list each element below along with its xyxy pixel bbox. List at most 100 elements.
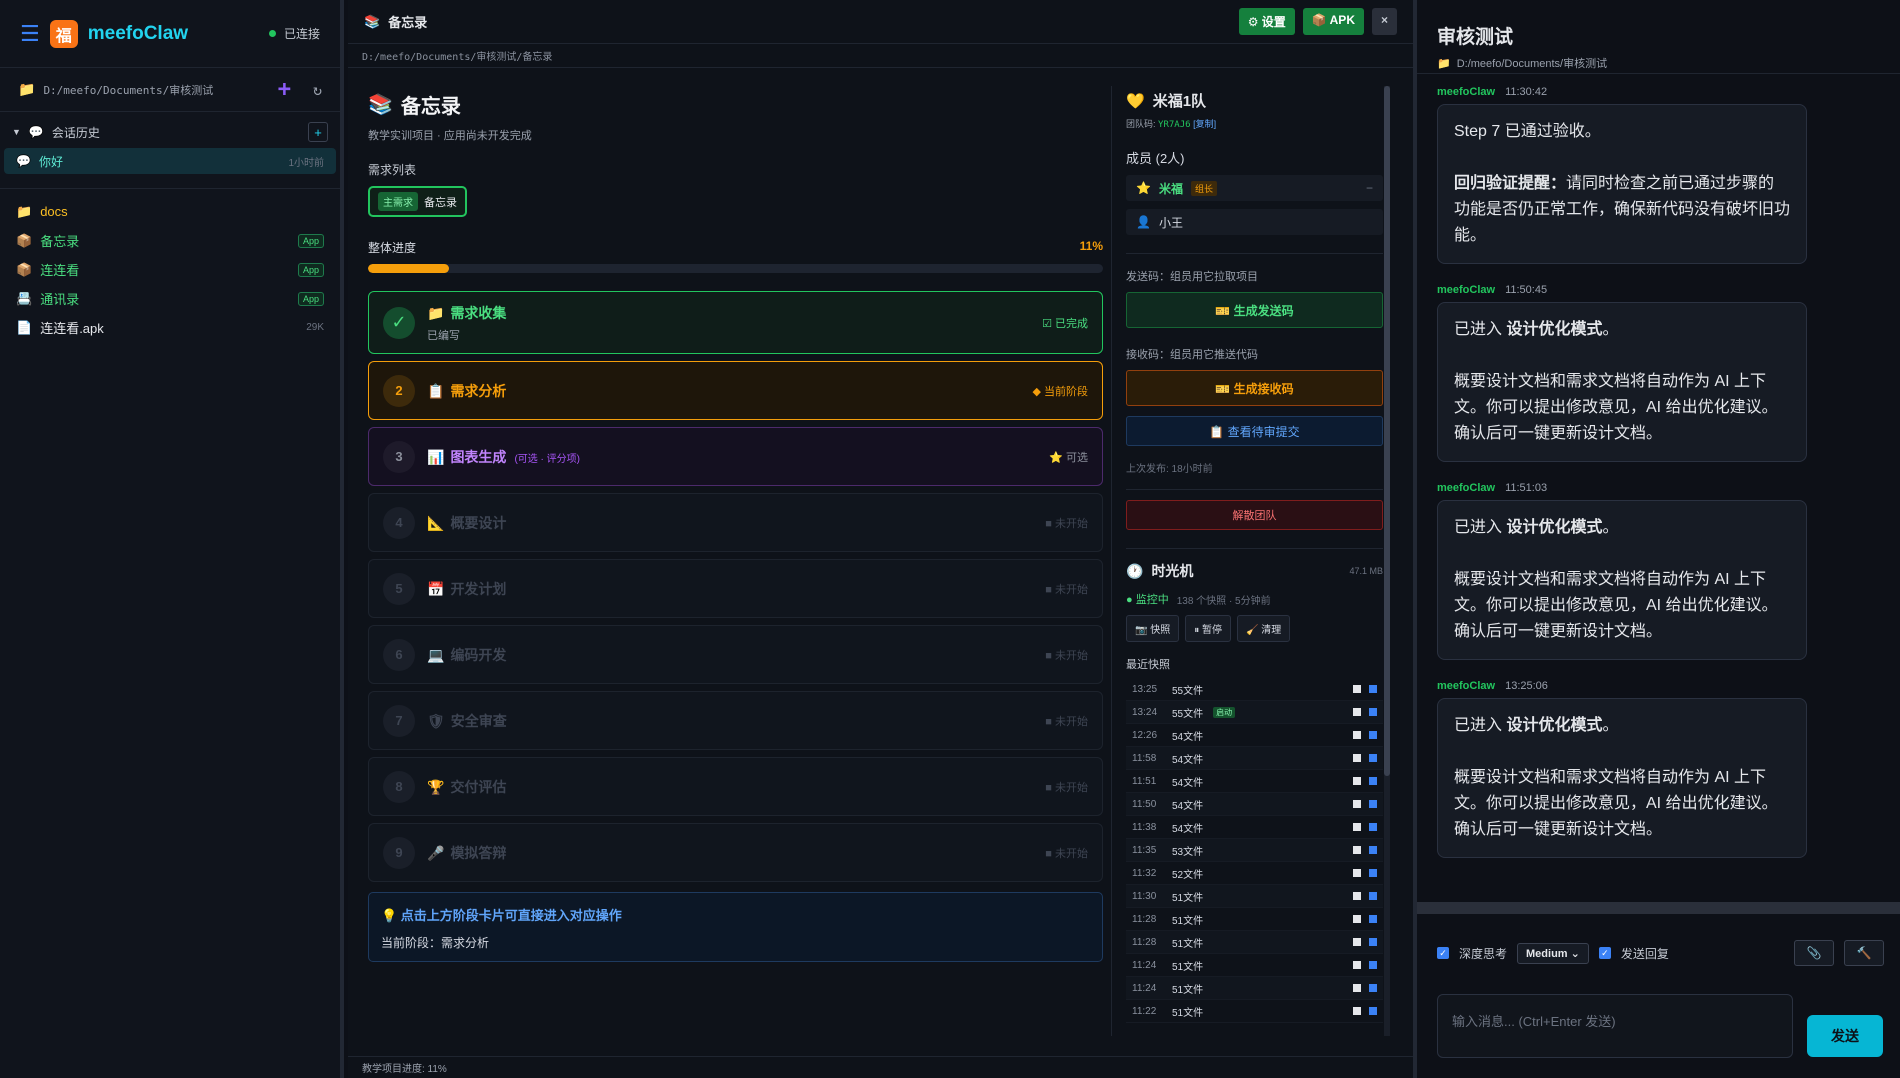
settings-button[interactable]: ⚙ 设置 (1238, 8, 1295, 35)
heart-icon: 💛 (1126, 92, 1145, 110)
restore-icon[interactable] (1369, 823, 1377, 831)
restore-icon[interactable] (1369, 869, 1377, 877)
restore-icon[interactable] (1369, 754, 1377, 762)
snapshot-row[interactable]: 12:26 54文件 (1126, 724, 1383, 747)
team-name: 米福1队 (1152, 93, 1207, 110)
message-input[interactable]: 输入消息... (Ctrl+Enter 发送) (1437, 994, 1793, 1058)
file-item-lianliankan[interactable]: 📦 连连看 App (0, 255, 340, 284)
star-icon: ⭐ (1136, 181, 1151, 195)
view-icon[interactable] (1353, 984, 1361, 992)
stage-status: ■ 未开始 (1045, 583, 1088, 596)
hint-box: 💡 点击上方阶段卡片可直接进入对应操作 当前阶段：需求分析 (368, 892, 1103, 962)
restore-icon[interactable] (1369, 938, 1377, 946)
view-icon[interactable] (1353, 754, 1361, 762)
clean-button[interactable]: 🧹 清理 (1237, 615, 1291, 642)
view-icon[interactable] (1353, 685, 1361, 693)
snapshot-row[interactable]: 13:24 55文件 启动 (1126, 701, 1383, 724)
restore-icon[interactable] (1369, 731, 1377, 739)
restore-icon[interactable] (1369, 961, 1377, 969)
copy-team-code-link[interactable]: [复制] (1193, 119, 1216, 129)
view-icon[interactable] (1353, 1007, 1361, 1015)
restore-icon[interactable] (1369, 984, 1377, 992)
collapse-arrow-icon[interactable]: ▼ (12, 127, 21, 137)
snapshot-row[interactable]: 11:24 51文件 (1126, 977, 1383, 1000)
view-icon[interactable] (1353, 708, 1361, 716)
view-icon[interactable] (1353, 869, 1361, 877)
restore-icon[interactable] (1369, 685, 1377, 693)
snapshot-row[interactable]: 11:32 52文件 (1126, 862, 1383, 885)
scrollbar[interactable] (1384, 86, 1390, 1036)
stage-card[interactable]: 9 🎤 模拟答辩 ■ 未开始 (368, 823, 1103, 882)
pause-button[interactable]: ⏸ 暂停 (1185, 615, 1232, 642)
file-item-contacts[interactable]: 📇 通讯录 App (0, 284, 340, 313)
snapshot-row[interactable]: 11:30 51文件 (1126, 885, 1383, 908)
snapshot-row[interactable]: 11:24 51文件 (1126, 954, 1383, 977)
view-icon[interactable] (1353, 800, 1361, 808)
send-button[interactable]: 发送 (1807, 1015, 1883, 1057)
view-icon[interactable] (1353, 961, 1361, 969)
stage-card[interactable]: 8 🏆 交付评估 ■ 未开始 (368, 757, 1103, 816)
requirement-chip[interactable]: 主需求 备忘录 (368, 186, 467, 217)
snapshot-row[interactable]: 11:28 51文件 (1126, 931, 1383, 954)
stage-card[interactable]: 4 📐 概要设计 ■ 未开始 (368, 493, 1103, 552)
attach-icon[interactable]: 📎 (1794, 940, 1834, 966)
snapshot-row[interactable]: 11:38 54文件 (1126, 816, 1383, 839)
snapshot-row[interactable]: 13:25 55文件 (1126, 678, 1383, 701)
snapshot-row[interactable]: 11:35 53文件 (1126, 839, 1383, 862)
send-reply-checkbox[interactable]: ✓ (1598, 947, 1611, 959)
stage-card[interactable]: 3 📊 图表生成 (可选 · 评分项) ⭐ 可选 (368, 427, 1103, 486)
tool-icon[interactable]: 🔨 (1844, 940, 1884, 966)
message-author: meefoClaw (1437, 482, 1496, 494)
apk-button[interactable]: 📦 APK (1302, 8, 1364, 35)
view-pending-submissions-button[interactable]: 📋 查看待审提交 (1126, 416, 1383, 446)
restore-icon[interactable] (1369, 846, 1377, 854)
view-icon[interactable] (1353, 892, 1361, 900)
stage-card[interactable]: 5 📅 开发计划 ■ 未开始 (368, 559, 1103, 618)
snapshot-row[interactable]: 11:22 51文件 (1126, 1000, 1383, 1023)
file-item-docs[interactable]: 📁 docs (0, 197, 340, 226)
file-item-apk[interactable]: 📄 连连看.apk 29K (0, 313, 340, 342)
generate-send-code-button[interactable]: 🎫 生成发送码 (1126, 292, 1383, 328)
view-icon[interactable] (1353, 915, 1361, 923)
view-icon[interactable] (1353, 846, 1361, 854)
deep-think-checkbox[interactable]: ✓ (1437, 947, 1449, 959)
restore-icon[interactable] (1369, 892, 1377, 900)
snapshot-row[interactable]: 11:51 54文件 (1126, 770, 1383, 793)
collapse-icon[interactable]: − (1366, 181, 1373, 195)
stage-card[interactable]: 6 💻 编码开发 ■ 未开始 (368, 625, 1103, 684)
view-icon[interactable] (1353, 823, 1361, 831)
restore-icon[interactable] (1369, 708, 1377, 716)
restore-icon[interactable] (1369, 915, 1377, 923)
file-item-memo[interactable]: 📦 备忘录 App (0, 226, 340, 255)
menu-icon[interactable]: ☰ (20, 21, 40, 47)
generate-recv-code-button[interactable]: 🎫 生成接收码 (1126, 370, 1383, 406)
restore-icon[interactable] (1369, 800, 1377, 808)
refresh-icon[interactable]: ↻ (313, 81, 322, 99)
view-icon[interactable] (1353, 731, 1361, 739)
scrollbar-thumb[interactable] (1384, 86, 1390, 776)
stage-card[interactable]: 7 🛡 安全审查 ■ 未开始 (368, 691, 1103, 750)
session-item[interactable]: 💬 你好 1小时前 (4, 148, 336, 174)
view-icon[interactable] (1353, 938, 1361, 946)
chat-header: 审核测试 📁 D:/meefo/Documents/审核测试 (1417, 0, 1900, 74)
close-button[interactable]: × (1371, 8, 1397, 35)
snapshot-row[interactable]: 11:28 51文件 (1126, 908, 1383, 931)
stage-card[interactable]: ✓ 📁 需求收集 已编写 ☑ 已完成 (368, 291, 1103, 354)
stage-card[interactable]: 2 📋 需求分析 ◆ 当前阶段 (368, 361, 1103, 420)
view-icon[interactable] (1353, 777, 1361, 785)
add-file-button[interactable]: + (278, 77, 291, 102)
restore-icon[interactable] (1369, 777, 1377, 785)
new-session-button[interactable]: + (308, 122, 328, 142)
restore-icon[interactable] (1369, 1007, 1377, 1015)
message-text: 已进入 设计优化模式。 (1454, 713, 1790, 739)
horizontal-scrollbar[interactable] (1417, 902, 1900, 914)
app-name: meefoClaw (87, 22, 189, 44)
stage-icon: 📋 (427, 382, 445, 399)
snapshot-row[interactable]: 11:58 54文件 (1126, 747, 1383, 770)
snapshot-time: 11:22 (1132, 1005, 1157, 1017)
snapshot-button[interactable]: 📷 快照 (1126, 615, 1180, 642)
model-select[interactable]: Medium ⌄ (1517, 942, 1589, 964)
session-history-header[interactable]: ▼ 💬 会话历史 + (0, 118, 340, 146)
snapshot-row[interactable]: 11:50 54文件 (1126, 793, 1383, 816)
disband-team-button[interactable]: 解散团队 (1126, 500, 1383, 530)
